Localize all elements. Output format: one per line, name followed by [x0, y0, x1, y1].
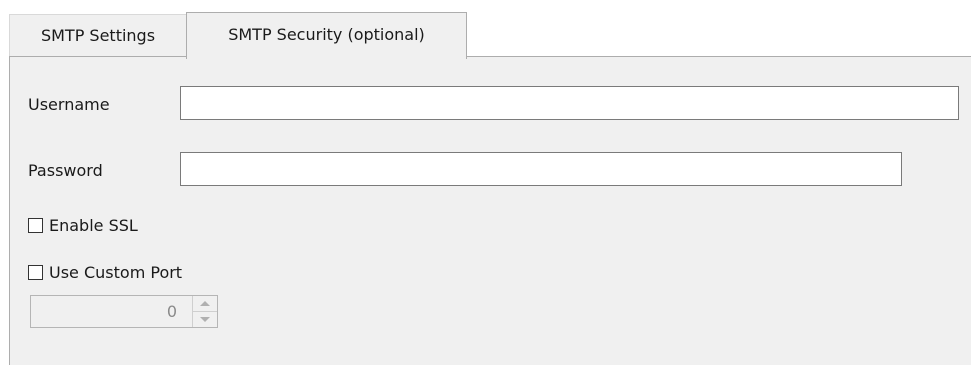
tab-smtp-security[interactable]: SMTP Security (optional) — [186, 12, 467, 59]
enable-ssl-checkbox[interactable] — [28, 218, 43, 233]
custom-port-stepper[interactable]: 0 — [30, 295, 218, 328]
spin-buttons — [192, 296, 217, 327]
enable-ssl-label: Enable SSL — [49, 216, 138, 235]
password-field[interactable] — [180, 152, 902, 186]
enable-ssl-option[interactable]: Enable SSL — [28, 216, 138, 235]
username-field[interactable] — [180, 86, 959, 120]
triangle-down-icon — [200, 317, 210, 322]
tab-strip: SMTP Settings SMTP Security (optional) — [9, 12, 971, 59]
triangle-up-icon — [200, 301, 210, 306]
tab-smtp-security-label: SMTP Security (optional) — [228, 25, 425, 44]
spin-up-button[interactable] — [193, 296, 217, 312]
smtp-dialog: SMTP Settings SMTP Security (optional) U… — [0, 0, 971, 365]
spin-down-button[interactable] — [193, 312, 217, 327]
custom-port-value: 0 — [166, 302, 177, 321]
tab-smtp-settings-label: SMTP Settings — [40, 26, 156, 45]
tab-smtp-settings[interactable]: SMTP Settings — [9, 14, 186, 57]
use-custom-port-label: Use Custom Port — [49, 263, 183, 282]
use-custom-port-option[interactable]: Use Custom Port — [28, 263, 182, 282]
smtp-security-panel: Username Password Enable SSL Use Custom … — [9, 56, 971, 365]
use-custom-port-checkbox[interactable] — [28, 265, 43, 280]
username-label: Username — [28, 95, 110, 114]
password-label: Password — [28, 161, 103, 180]
